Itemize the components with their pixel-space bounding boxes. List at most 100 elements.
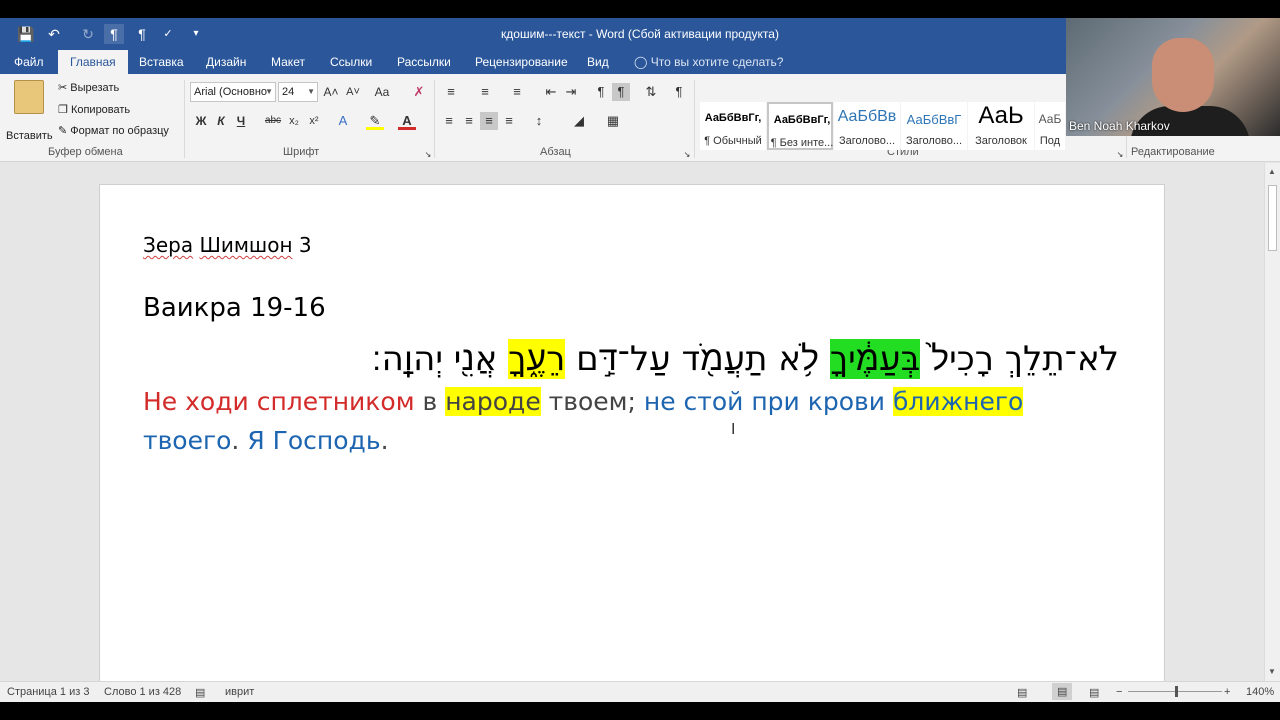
style-sample: АаБбВвГг, xyxy=(704,112,762,124)
style-title[interactable]: АаЬ Заголовок xyxy=(968,102,1034,150)
page-count[interactable]: Страница 1 из 3 xyxy=(7,686,89,698)
multilevel-list-icon[interactable]: ≡ xyxy=(508,83,526,101)
text-effects-icon[interactable]: A xyxy=(334,112,352,130)
paragraph-group-label: Абзац xyxy=(540,146,571,158)
heading-number: 3 xyxy=(298,233,312,257)
brush-icon: ✎ xyxy=(58,125,68,137)
document-page[interactable]: Зера Шимшон 3 Ваикра 19-16 לֹא־תֵלֵךְ רָ… xyxy=(99,184,1165,694)
tab-layout[interactable]: Макет xyxy=(271,50,305,74)
font-color-icon[interactable]: A xyxy=(398,112,416,130)
tab-home[interactable]: Главная xyxy=(58,50,128,74)
cut-button[interactable]: ✂ Вырезать xyxy=(58,81,119,94)
read-mode-icon[interactable]: ▤ xyxy=(1017,686,1027,699)
borders-icon[interactable]: ▦ xyxy=(604,112,622,130)
style-no-spacing[interactable]: АаБбВвГг, ¶ Без инте... xyxy=(767,102,833,150)
hebrew-segment: לֹ֥א תַעֲמֹ֖ד עַל־דַּ֣ם xyxy=(565,339,830,379)
align-right-icon[interactable]: ≡ xyxy=(480,112,498,130)
superscript-button[interactable]: x² xyxy=(305,112,323,130)
tab-design[interactable]: Дизайн xyxy=(206,50,246,74)
subscript-button[interactable]: x₂ xyxy=(285,112,303,130)
clipboard-icon[interactable] xyxy=(14,80,44,114)
style-sample: АаБбВв xyxy=(837,108,897,125)
show-marks-icon[interactable]: ¶ xyxy=(670,83,688,101)
translation-plain: в xyxy=(414,387,446,416)
style-subtitle[interactable]: АаБ Под xyxy=(1035,102,1065,150)
webcam-overlay: Ben Noah Kharkov xyxy=(1066,18,1280,136)
highlight-icon[interactable]: ✎ xyxy=(366,112,384,130)
word-count[interactable]: Слово 1 из 428 xyxy=(104,686,181,698)
strikethrough-button[interactable]: abc xyxy=(262,112,284,130)
clear-formatting-icon[interactable]: ✗ xyxy=(410,83,428,101)
translation-highlight-yellow: народе xyxy=(445,387,541,416)
print-layout-icon[interactable]: ▤ xyxy=(1052,683,1073,700)
align-center-icon[interactable]: ≡ xyxy=(460,112,478,130)
copy-button[interactable]: ❐ Копировать xyxy=(58,103,130,116)
scrollbar-thumb[interactable] xyxy=(1268,185,1277,251)
style-normal[interactable]: АаБбВвГг, ¶ Обычный xyxy=(700,102,766,150)
verse-reference[interactable]: Ваикра 19-16 xyxy=(143,293,326,323)
web-layout-icon[interactable]: ▤ xyxy=(1089,686,1099,699)
italic-button[interactable]: К xyxy=(212,112,230,130)
zoom-in-icon[interactable]: + xyxy=(1224,686,1230,698)
document-heading[interactable]: Зера Шимшон 3 xyxy=(143,233,312,257)
language-indicator[interactable]: иврит xyxy=(225,686,254,698)
person-face xyxy=(1152,38,1214,112)
style-name: Заголовок xyxy=(975,135,1027,147)
translation-plain: твоем; xyxy=(540,387,644,416)
hebrew-segment: אֲנִ֖י יְהוָֽה׃ xyxy=(371,339,509,379)
underline-button[interactable]: Ч xyxy=(232,112,250,130)
increase-indent-icon[interactable]: ⇥ xyxy=(562,83,580,101)
style-name: Под xyxy=(1039,135,1061,147)
bullets-icon[interactable]: ≡ xyxy=(442,83,460,101)
align-left-icon[interactable]: ≡ xyxy=(440,112,458,130)
zoom-out-icon[interactable]: − xyxy=(1116,686,1122,698)
tell-me-box[interactable]: ◯ Что вы хотите сделать? xyxy=(634,50,783,74)
vertical-scrollbar[interactable]: ▲ ▼ xyxy=(1264,163,1280,681)
justify-icon[interactable]: ≡ xyxy=(500,112,518,130)
style-sample: АаБбВвГ xyxy=(906,112,962,127)
change-case-button[interactable]: Aa xyxy=(370,83,394,101)
numbering-icon[interactable]: ≡ xyxy=(476,83,494,101)
tab-review[interactable]: Рецензирование xyxy=(475,50,568,74)
russian-translation-line-1[interactable]: Не ходи сплетником в народе твоем; не ст… xyxy=(143,387,1024,416)
scroll-up-icon[interactable]: ▲ xyxy=(1268,167,1276,176)
style-heading-1[interactable]: АаБбВв Заголово... xyxy=(834,102,900,150)
zoom-level[interactable]: 140% xyxy=(1246,686,1274,698)
shading-icon[interactable]: ◢ xyxy=(570,112,588,130)
document-canvas: Зера Шимшон 3 Ваикра 19-16 לֹא־תֵלֵךְ רָ… xyxy=(0,163,1264,694)
ltr-direction-icon[interactable]: ¶ xyxy=(592,83,610,101)
font-size-select[interactable]: 24 ▼ xyxy=(278,82,318,102)
tab-file[interactable]: Файл xyxy=(14,50,44,74)
bold-button[interactable]: Ж xyxy=(192,112,210,130)
copy-label: Копировать xyxy=(70,104,131,116)
style-name: ¶ Обычный xyxy=(704,135,762,147)
tab-view[interactable]: Вид xyxy=(587,50,609,74)
style-name: ¶ Без инте... xyxy=(770,137,834,149)
font-name-select[interactable]: Arial (Основно ▼ xyxy=(190,82,276,102)
format-painter-button[interactable]: ✎ Формат по образцу xyxy=(58,124,169,137)
tab-references[interactable]: Ссылки xyxy=(330,50,372,74)
tell-me-text: Что вы хотите сделать? xyxy=(650,55,784,69)
proofing-icon[interactable]: ▤ xyxy=(195,686,205,699)
style-heading-2[interactable]: АаБбВвГ Заголово... xyxy=(901,102,967,150)
line-spacing-icon[interactable]: ↕ xyxy=(530,112,548,130)
tab-insert[interactable]: Вставка xyxy=(139,50,184,74)
tab-mailings[interactable]: Рассылки xyxy=(397,50,451,74)
grow-font-button[interactable]: A˄ xyxy=(322,83,340,101)
rtl-direction-icon[interactable]: ¶ xyxy=(612,83,630,101)
separator xyxy=(434,80,435,158)
russian-translation-line-2[interactable]: твоего. Я Господь. xyxy=(143,426,389,455)
lightbulb-icon: ◯ xyxy=(634,55,648,69)
zoom-slider-thumb[interactable] xyxy=(1175,686,1178,697)
heading-word-1: Зера xyxy=(143,233,194,257)
shrink-font-button[interactable]: A˅ xyxy=(344,83,362,101)
hebrew-verse[interactable]: לֹא־תֵלֵךְ רָכִיל֙ בְּעַמֶּ֔יךָ לֹ֥א תַע… xyxy=(372,339,1119,379)
heading-word-2: Шимшон xyxy=(199,233,293,257)
scroll-down-icon[interactable]: ▼ xyxy=(1268,667,1276,676)
sort-icon[interactable]: ⇅ xyxy=(642,83,660,101)
style-name: Заголово... xyxy=(838,135,896,147)
word-window: 💾 ↶ ↻ ¶ ¶ ✓ ▾ кдошим---текст - Word (Сбо… xyxy=(0,18,1280,702)
decrease-indent-icon[interactable]: ⇤ xyxy=(542,83,560,101)
paste-button[interactable]: Вставить xyxy=(6,130,53,142)
scissors-icon: ✂ xyxy=(58,82,68,94)
